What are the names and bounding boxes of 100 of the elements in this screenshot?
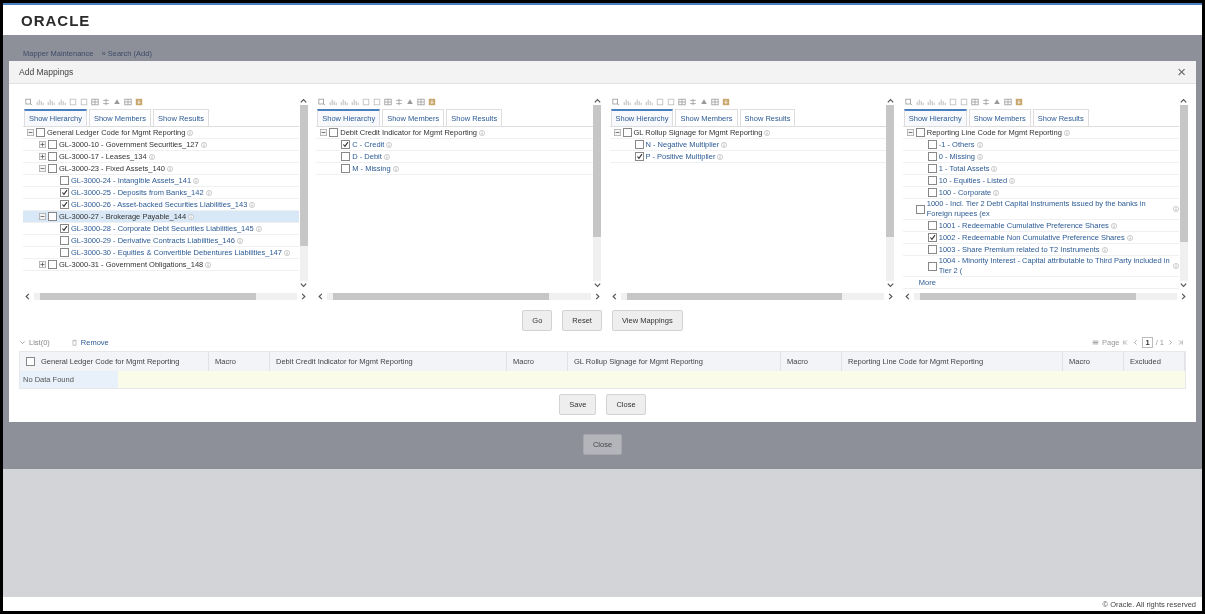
trash-icon[interactable] [70,339,78,346]
info-icon[interactable] [200,141,207,148]
bar-chart-icon[interactable] [926,98,935,106]
square-icon[interactable] [655,98,664,106]
search-icon[interactable] [25,98,33,106]
chart-icon[interactable] [915,98,924,106]
download-icon[interactable] [135,98,143,106]
chevron-left-icon[interactable] [609,291,619,301]
columns-icon[interactable] [124,98,132,106]
info-icon[interactable] [1063,129,1070,136]
collapse-icon[interactable] [39,165,46,172]
chevron-up-icon[interactable] [592,96,602,105]
columns-icon[interactable] [417,98,426,106]
info-icon[interactable] [392,165,399,172]
info-icon[interactable] [166,165,173,172]
first-page-icon[interactable] [1122,339,1130,346]
collapse-icon[interactable] [906,129,914,136]
info-icon[interactable] [1110,222,1117,229]
checkbox[interactable] [634,140,644,149]
bar-chart-icon[interactable] [47,98,55,106]
chevron-down-icon[interactable] [592,281,602,290]
chevron-right-icon[interactable] [299,291,309,301]
checkbox[interactable] [26,357,35,366]
square-icon[interactable] [948,98,957,106]
checkbox[interactable] [341,164,351,173]
scroll-thumb[interactable] [593,105,601,237]
square-icon[interactable] [373,98,382,106]
checkbox[interactable] [927,188,937,197]
grid-icon[interactable] [970,98,979,106]
info-icon[interactable] [187,129,194,136]
grid-icon[interactable] [91,98,99,106]
info-icon[interactable] [193,177,200,184]
info-icon[interactable] [188,213,195,220]
info-icon[interactable] [255,225,262,232]
info-icon[interactable] [717,153,724,160]
info-icon[interactable] [383,153,390,160]
checkbox[interactable] [329,128,339,137]
bar-chart-icon[interactable] [351,98,360,106]
info-icon[interactable] [976,141,983,148]
scroll-thumb[interactable] [1179,105,1188,243]
checkbox[interactable] [48,260,57,269]
checkbox[interactable] [48,140,57,149]
square-icon[interactable] [362,98,371,106]
scroll-thumb[interactable] [886,105,895,237]
chevron-down-icon[interactable] [1179,281,1188,290]
info-icon[interactable] [148,153,155,160]
info-icon[interactable] [1126,234,1133,241]
columns-icon[interactable] [1003,98,1012,106]
checkbox[interactable] [927,233,937,242]
chevron-up-icon[interactable] [1179,96,1188,105]
info-icon[interactable] [283,249,290,256]
checkbox[interactable] [622,128,632,137]
checkbox[interactable] [48,164,57,173]
collapse-icon[interactable] [27,129,34,136]
checkbox[interactable] [60,188,69,197]
expand-icon[interactable] [39,141,46,148]
square-icon[interactable] [80,98,88,106]
chart-icon[interactable] [329,98,338,106]
info-icon[interactable] [1009,177,1016,184]
info-icon[interactable] [386,141,393,148]
scroll-thumb[interactable] [333,292,550,300]
bar-chart-icon[interactable] [340,98,349,106]
square-icon[interactable] [69,98,77,106]
checkbox[interactable] [48,212,57,221]
info-icon[interactable] [721,141,728,148]
info-icon[interactable] [249,201,256,208]
checkbox[interactable] [60,236,69,245]
chevron-left-icon[interactable] [23,291,32,301]
checkbox[interactable] [915,128,925,137]
grid-icon[interactable] [677,98,686,106]
checkbox[interactable] [60,176,69,185]
info-icon[interactable] [479,129,485,136]
info-icon[interactable] [991,165,998,172]
expand-icon[interactable] [39,153,46,160]
chart-icon[interactable] [36,98,44,106]
checkbox[interactable] [927,176,937,185]
chart-icon[interactable] [622,98,631,106]
download-icon[interactable] [1014,98,1023,106]
checkbox[interactable] [36,128,45,137]
search-icon[interactable] [611,98,620,106]
grid-icon[interactable] [384,98,393,106]
checkbox[interactable] [927,221,937,230]
checkbox[interactable] [341,140,351,149]
collapse-icon[interactable] [39,213,46,220]
checkbox[interactable] [60,200,69,209]
info-icon[interactable] [205,189,212,196]
info-icon[interactable] [205,261,212,268]
checkbox[interactable] [60,224,69,233]
checkbox[interactable] [927,164,937,173]
scroll-thumb[interactable] [40,292,256,300]
info-icon[interactable] [236,237,243,244]
info-icon[interactable] [1173,206,1179,212]
info-icon[interactable] [1173,263,1179,269]
scroll-thumb[interactable] [919,292,1136,300]
search-icon[interactable] [904,98,913,106]
scroll-thumb[interactable] [299,105,308,246]
download-icon[interactable] [721,98,730,106]
checkbox[interactable] [48,152,57,161]
close-button[interactable]: × [1175,65,1188,79]
square-icon[interactable] [959,98,968,106]
